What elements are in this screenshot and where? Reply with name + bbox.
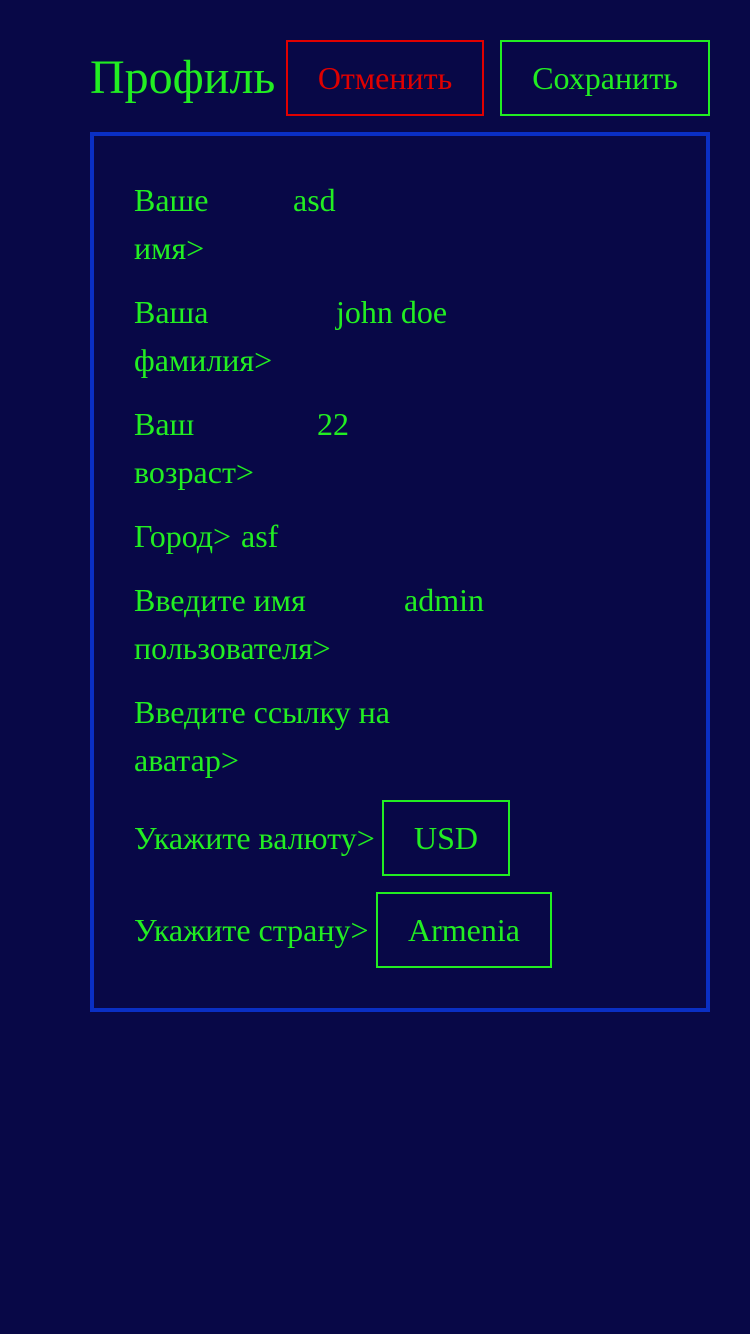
currency-label: Укажите валюту> <box>134 820 375 856</box>
country-label: Укажите страну> <box>134 912 369 948</box>
cancel-button[interactable]: Отменить <box>286 40 484 116</box>
currency-select[interactable]: USD <box>382 800 510 876</box>
username-input[interactable]: admin <box>404 576 484 624</box>
profile-form: Ваше имя> asd Ваша фамилия> john doe Ваш… <box>90 132 710 1012</box>
username-label: Введите имя пользователя> <box>134 582 331 666</box>
age-input[interactable]: 22 <box>317 400 349 448</box>
first-name-input[interactable]: asd <box>293 176 336 224</box>
save-button[interactable]: Сохранить <box>500 40 710 116</box>
city-input[interactable]: asf <box>241 512 278 560</box>
last-name-input[interactable]: john doe <box>336 288 447 336</box>
avatar-label: Введите ссылку на аватар> <box>134 694 390 778</box>
last-name-label: Ваша фамилия> <box>134 294 273 378</box>
page-title: Профиль <box>90 51 276 104</box>
header: Профиль Отменить Сохранить <box>90 40 710 116</box>
city-label: Город> <box>134 518 232 554</box>
age-label: Ваш возраст> <box>134 406 254 490</box>
first-name-label: Ваше имя> <box>134 182 209 266</box>
country-select[interactable]: Armenia <box>376 892 552 968</box>
